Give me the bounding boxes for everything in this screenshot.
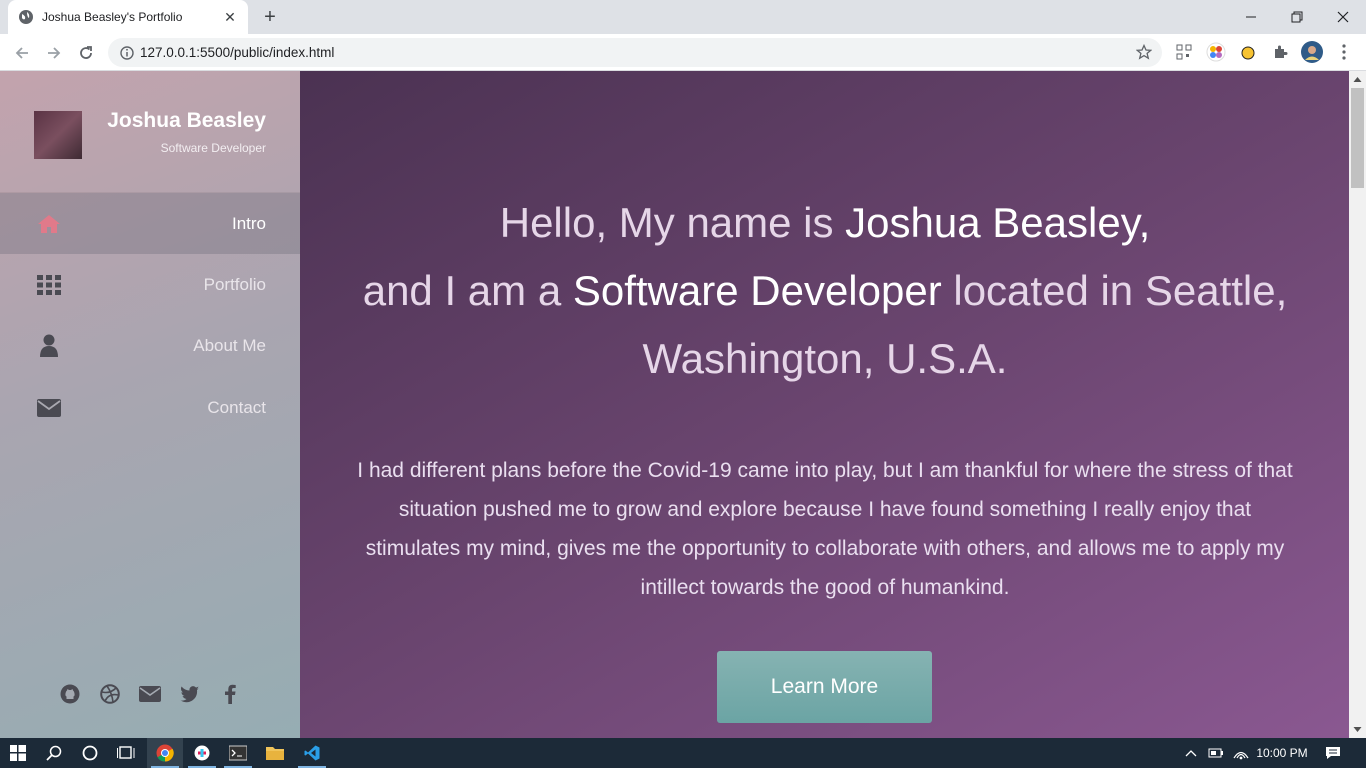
twitter-icon[interactable]: [179, 683, 201, 705]
profile-name: Joshua Beasley: [107, 109, 266, 132]
minimize-button[interactable]: [1228, 0, 1274, 34]
profile-header: Joshua Beasley Software Developer: [0, 71, 300, 193]
nav-label: Portfolio: [203, 274, 266, 294]
cortana-button[interactable]: [72, 738, 108, 768]
intro-section: Hello, My name is Joshua Beasley, and I …: [300, 71, 1349, 738]
browser-toolbar: 127.0.0.1:5500/public/index.html: [0, 34, 1366, 71]
hero-intro: and I am a: [362, 267, 573, 314]
extensions-button[interactable]: [1270, 42, 1290, 62]
hero-name: Joshua Beasley,: [845, 199, 1151, 246]
nav-label: Intro: [231, 213, 266, 233]
nav-label: Contact: [207, 397, 266, 417]
scrollbar-thumb[interactable]: [1351, 88, 1364, 188]
close-tab-icon[interactable]: ✕: [222, 9, 238, 25]
home-icon: [36, 211, 62, 237]
tab-strip: Joshua Beasley's Portfolio ✕ +: [0, 0, 1366, 34]
minimize-icon: [1246, 16, 1256, 18]
taskbar-vscode[interactable]: [294, 738, 330, 768]
wifi-tray[interactable]: [1229, 738, 1253, 768]
hero-role: Software Developer: [572, 267, 942, 314]
taskbar: 10:00 PM: [0, 738, 1366, 768]
color-extension[interactable]: [1206, 42, 1226, 62]
show-hidden-icons-button[interactable]: [1180, 738, 1202, 768]
cortana-circle-icon: [82, 745, 98, 761]
vscode-icon: [304, 745, 320, 761]
hero-greeting: Hello, My name is: [499, 199, 846, 246]
terminal-icon: [229, 745, 247, 761]
search-icon: [46, 745, 62, 761]
user-icon: [36, 333, 62, 359]
url-text: 127.0.0.1:5500/public/index.html: [140, 45, 335, 60]
back-button[interactable]: [10, 41, 34, 65]
battery-tray[interactable]: [1204, 738, 1228, 768]
qr-code-extension[interactable]: [1174, 42, 1194, 62]
qr-code-icon: [1176, 44, 1192, 60]
search-button[interactable]: [36, 738, 72, 768]
github-icon[interactable]: [59, 683, 81, 705]
chevron-up-icon: [1185, 750, 1197, 757]
page-scrollbar[interactable]: [1349, 71, 1366, 738]
page-viewport: Joshua Beasley Software Developer Intro …: [0, 71, 1366, 738]
facebook-icon[interactable]: [219, 683, 241, 705]
profile-role: Software Developer: [160, 141, 266, 155]
avatar: [34, 111, 82, 159]
hand-icon: [1241, 46, 1255, 60]
nav-item-intro[interactable]: Intro: [0, 193, 300, 254]
palette-icon: [1206, 42, 1226, 62]
nav-label: About Me: [193, 335, 266, 355]
learn-more-button[interactable]: Learn More: [717, 651, 932, 723]
sidebar: Joshua Beasley Software Developer Intro …: [0, 71, 300, 738]
close-icon: [1337, 11, 1349, 23]
info-icon[interactable]: [120, 45, 134, 60]
close-window-button[interactable]: [1320, 0, 1366, 34]
reload-button[interactable]: [74, 41, 98, 65]
slack-icon: [194, 745, 210, 761]
taskbar-clock[interactable]: 10:00 PM: [1252, 738, 1312, 768]
scroll-down-icon[interactable]: [1353, 725, 1362, 734]
envelope-icon: [36, 395, 62, 421]
profile-avatar[interactable]: [1301, 41, 1323, 63]
action-center-icon: [1326, 747, 1340, 759]
chrome-icon: [156, 744, 174, 762]
taskbar-file-explorer[interactable]: [257, 738, 293, 768]
nav-item-contact[interactable]: Contact: [0, 377, 300, 438]
folder-icon: [266, 747, 284, 760]
nav-item-about-me[interactable]: About Me: [0, 315, 300, 376]
taskbar-chrome[interactable]: [147, 738, 183, 768]
notifications-button[interactable]: [1318, 738, 1348, 768]
task-view-icon: [117, 746, 135, 759]
kebab-menu-icon: [1342, 44, 1346, 60]
restore-icon: [1291, 11, 1303, 23]
menu-button[interactable]: [1334, 42, 1354, 62]
globe-icon: [19, 10, 33, 24]
arrow-right-icon: [48, 47, 61, 59]
social-links: [0, 683, 300, 713]
reload-icon: [80, 46, 92, 59]
browser-tab[interactable]: Joshua Beasley's Portfolio ✕: [8, 0, 248, 34]
nav-item-portfolio[interactable]: Portfolio: [0, 254, 300, 315]
user-avatar-icon: [1301, 41, 1323, 63]
email-icon[interactable]: [139, 683, 161, 705]
bookmark-star-icon[interactable]: [1136, 44, 1152, 60]
taskbar-terminal[interactable]: [220, 738, 256, 768]
dribbble-icon[interactable]: [99, 683, 121, 705]
grid-icon: [36, 272, 62, 298]
arrow-left-icon: [15, 47, 28, 59]
start-button[interactable]: [0, 738, 36, 768]
restore-button[interactable]: [1274, 0, 1320, 34]
hero-blurb: I had different plans before the Covid-1…: [357, 459, 1293, 599]
wifi-icon: [1233, 751, 1249, 760]
address-bar[interactable]: 127.0.0.1:5500/public/index.html: [108, 38, 1162, 67]
tab-title: Joshua Beasley's Portfolio: [42, 10, 183, 24]
taskbar-slack[interactable]: [184, 738, 220, 768]
task-view-button[interactable]: [108, 738, 144, 768]
windows-logo-icon: [10, 745, 26, 761]
battery-icon: [1208, 748, 1223, 758]
forward-button[interactable]: [42, 41, 66, 65]
scroll-up-icon[interactable]: [1353, 75, 1362, 84]
new-tab-button[interactable]: +: [258, 6, 282, 28]
hand-extension[interactable]: [1238, 42, 1258, 62]
puzzle-icon: [1275, 45, 1288, 58]
hero-heading: Hello, My name is Joshua Beasley, and I …: [350, 189, 1300, 393]
